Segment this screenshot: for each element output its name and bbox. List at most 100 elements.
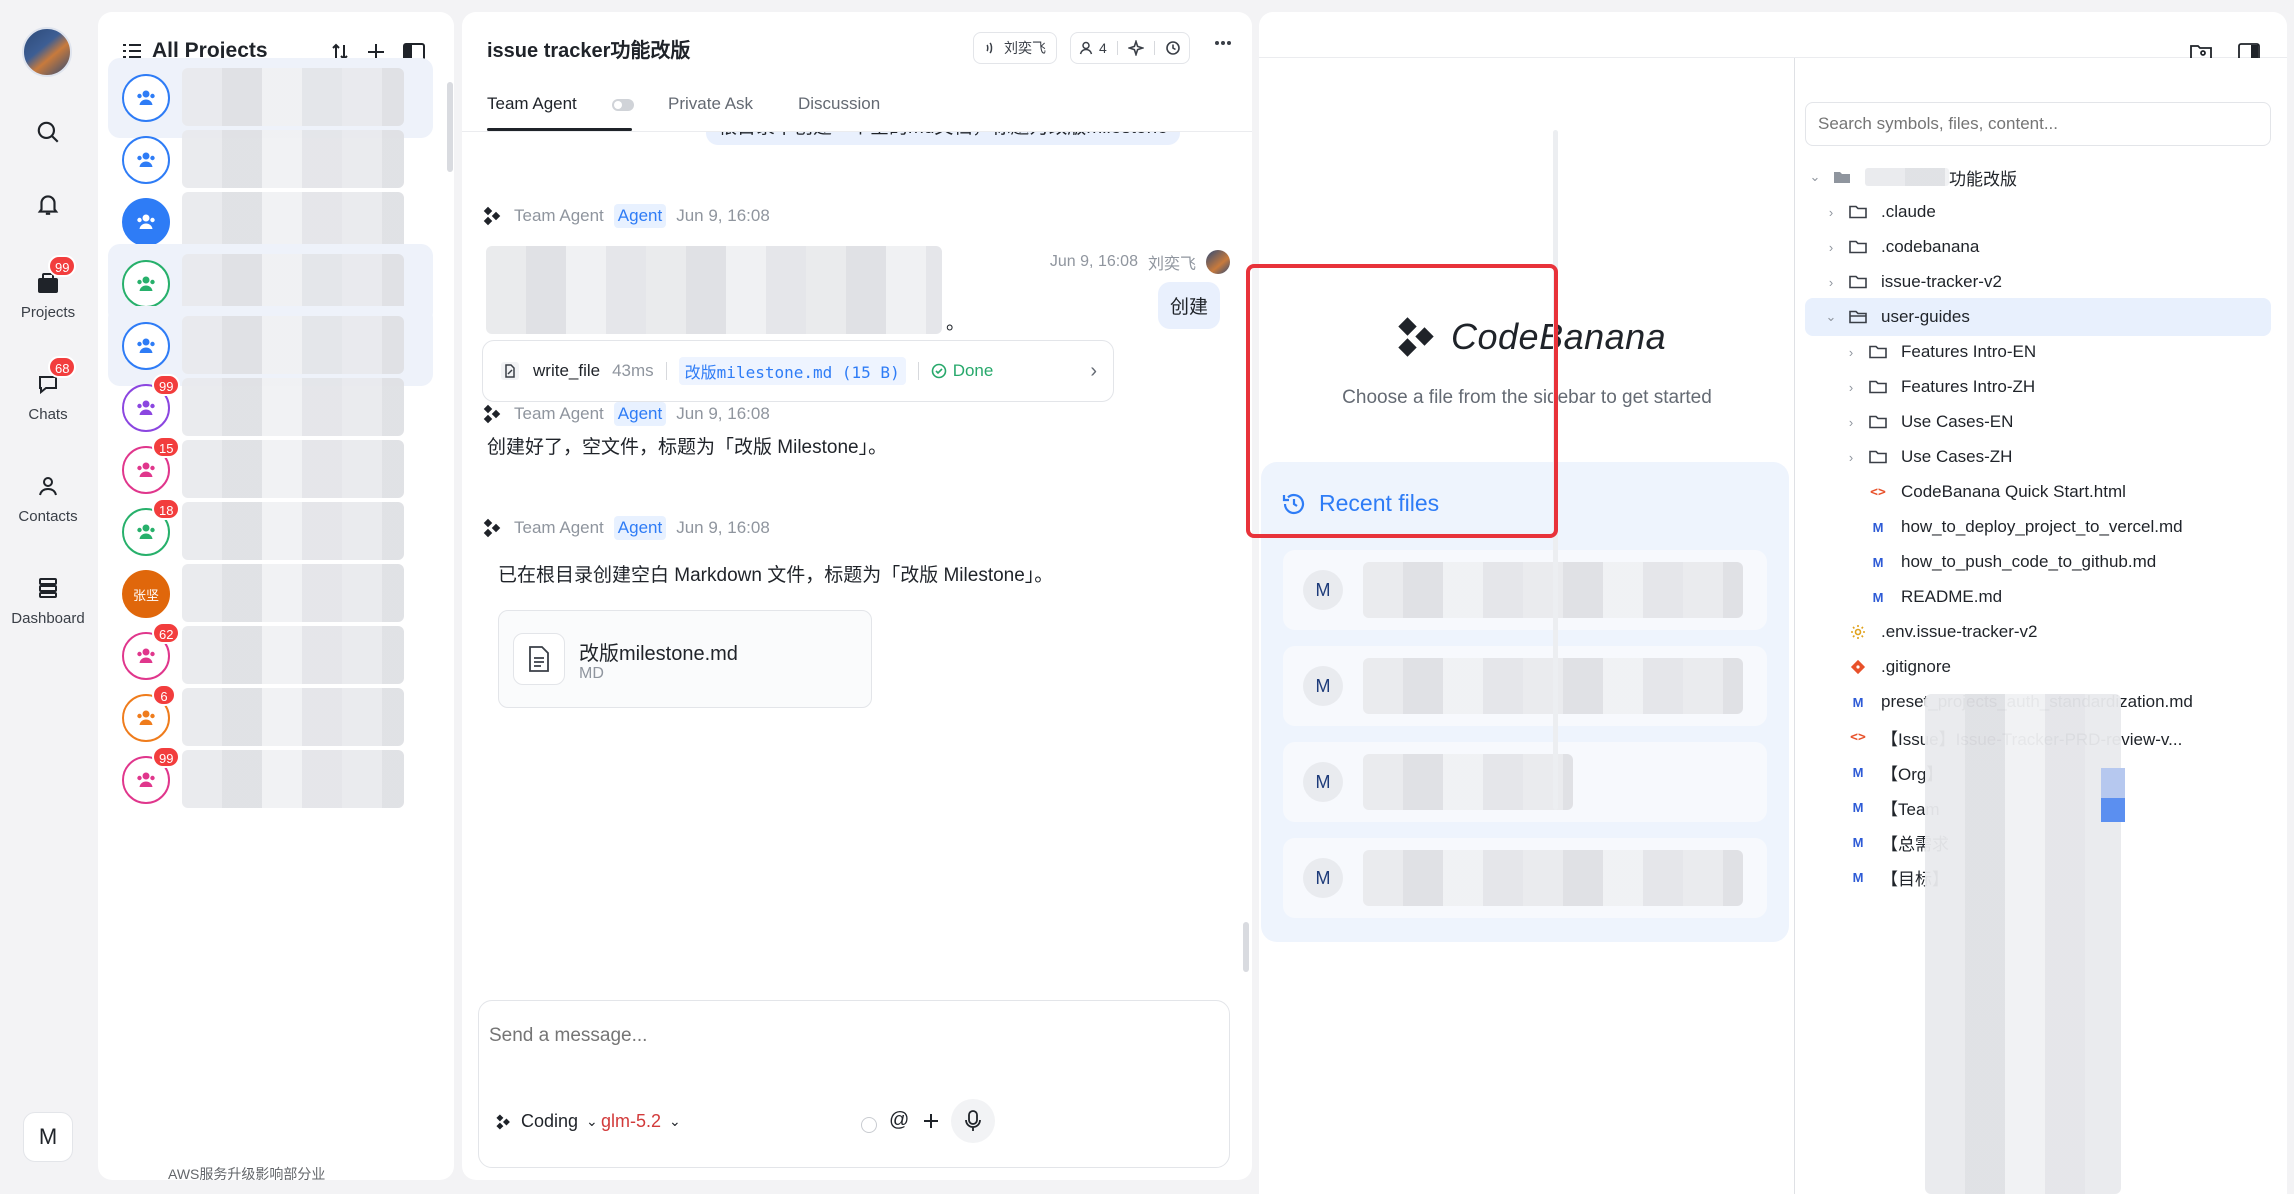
message-text: 已在根目录创建空白 Markdown 文件，标题为「改版 Milestone」。 xyxy=(498,565,1054,586)
unread-badge: 18 xyxy=(152,498,181,520)
markdown-file-icon: M xyxy=(1852,834,1864,850)
recent-file-item[interactable]: M xyxy=(1283,550,1767,630)
avatar-initials: 张坚 xyxy=(132,587,159,603)
markdown-file-icon: M xyxy=(1852,869,1864,885)
tool-file-link[interactable]: 改版milestone.md (15 B) xyxy=(678,357,906,385)
tree-root[interactable]: ⌄ 功能改版 xyxy=(1805,158,2271,196)
redacted-file-name xyxy=(1363,850,1743,906)
tree-item-name: user-guides xyxy=(1881,307,1970,326)
tab-team-agent[interactable]: Team Agent xyxy=(487,94,577,114)
tool-status-label: Done xyxy=(952,361,994,380)
history-icon[interactable] xyxy=(1165,40,1181,56)
tree-item[interactable]: M README.md xyxy=(1805,578,2271,616)
user-avatar[interactable] xyxy=(22,27,72,77)
recent-file-item[interactable]: M xyxy=(1283,646,1767,726)
tree-item[interactable]: Mhow_to_deploy_project_to_vercel.md xyxy=(1805,508,2271,546)
user-pill-name: 刘奕飞 xyxy=(1004,40,1046,56)
nav-label-contacts[interactable]: Contacts xyxy=(0,508,96,525)
mode-selector[interactable]: Coding ⌄ xyxy=(495,1111,598,1132)
tree-item[interactable]: › Features Intro-ZH xyxy=(1805,368,2271,406)
user-message-bubble: 根目录下创建一个空的md文档，标题为改版milestone xyxy=(706,132,1180,145)
mention-icon[interactable]: @ xyxy=(889,1109,909,1132)
message-trailing: 。 xyxy=(946,313,966,334)
chevron-right-icon[interactable]: › xyxy=(1841,345,1861,360)
chevron-right-icon[interactable]: › xyxy=(1841,450,1861,465)
chevron-right-icon[interactable]: › xyxy=(1090,360,1097,383)
chevron-right-icon[interactable]: › xyxy=(1841,380,1861,395)
nav-label-chats[interactable]: Chats xyxy=(0,406,96,423)
projects-scrollbar[interactable] xyxy=(447,82,453,172)
chevron-right-icon[interactable]: › xyxy=(1821,240,1841,255)
dashboard-icon[interactable] xyxy=(28,568,68,608)
partial-project-name: AWS服务升级影响部分业 xyxy=(168,1166,326,1180)
user-pill[interactable]: 刘奕飞 xyxy=(973,32,1057,64)
tree-item[interactable]: › Use Cases-EN xyxy=(1805,403,2271,441)
members-icon[interactable] xyxy=(1079,41,1093,55)
tree-item[interactable]: › Features Intro-EN xyxy=(1805,333,2271,371)
chat-scrollbar[interactable] xyxy=(1243,922,1249,972)
tree-item[interactable]: Mhow_to_push_code_to_github.md xyxy=(1805,543,2271,581)
redacted-root-name xyxy=(1865,168,1949,186)
recent-file-item[interactable]: M xyxy=(1283,838,1767,918)
tree-item[interactable]: › .codebanana xyxy=(1805,228,2271,266)
mode-label: Coding xyxy=(521,1111,579,1131)
tree-item[interactable]: ⌄ user-guides xyxy=(1805,298,2271,336)
file-attachment-card[interactable]: 改版milestone.md MD xyxy=(498,610,872,708)
microphone-button[interactable] xyxy=(951,1099,995,1143)
divider xyxy=(1153,41,1155,55)
more-icon[interactable] xyxy=(1214,40,1232,46)
chevron-down-icon[interactable]: ⌄ xyxy=(1821,309,1841,325)
sparkle-icon[interactable] xyxy=(1127,40,1144,56)
team-icon xyxy=(122,136,170,184)
team-agent-toggle[interactable] xyxy=(612,99,634,111)
chevron-right-icon[interactable]: › xyxy=(1821,205,1841,220)
tree-search-input[interactable] xyxy=(1805,102,2271,146)
redacted-project-name xyxy=(182,316,404,374)
members-count[interactable]: 4 xyxy=(1099,40,1107,56)
tab-private-ask[interactable]: Private Ask xyxy=(668,94,753,114)
agent-logo-icon xyxy=(482,517,504,539)
tree-item[interactable]: › issue-tracker-v2 xyxy=(1805,263,2271,301)
project-item[interactable]: 99 xyxy=(108,740,433,820)
workspace-switcher[interactable]: M xyxy=(23,1112,73,1162)
contacts-icon[interactable] xyxy=(28,466,68,506)
tree-item[interactable]: <> CodeBanana Quick Start.html xyxy=(1805,473,2271,511)
file-name: 改版milestone.md xyxy=(579,643,738,665)
redacted-project-name xyxy=(182,440,404,498)
chevron-right-icon[interactable]: › xyxy=(1821,275,1841,290)
model-label: glm-5.2 xyxy=(601,1111,662,1131)
tree-item[interactable]: › Use Cases-ZH xyxy=(1805,438,2271,476)
tool-call-card[interactable]: write_file 43ms 改版milestone.md (15 B) Do… xyxy=(482,340,1114,402)
tree-item-name: .gitignore xyxy=(1881,657,1951,676)
tree-item[interactable]: › .claude xyxy=(1805,193,2271,231)
bell-icon[interactable] xyxy=(28,184,68,224)
tree-item[interactable]: .gitignore xyxy=(1805,648,2271,686)
redacted-project-name xyxy=(182,254,404,312)
tree-item-name: README.md xyxy=(1901,587,2003,606)
git-icon xyxy=(1847,658,1869,676)
model-selector[interactable]: glm-5.2 ⌄ xyxy=(601,1111,681,1132)
tree-item[interactable]: .env.issue-tracker-v2 xyxy=(1805,613,2271,651)
nav-label-projects[interactable]: Projects xyxy=(0,304,96,321)
tool-duration: 43ms xyxy=(612,361,654,380)
chats-badge: 68 xyxy=(48,356,77,378)
message-time: Jun 9, 16:08 xyxy=(676,404,770,423)
search-icon[interactable] xyxy=(28,112,68,152)
recent-file-item[interactable]: M xyxy=(1283,742,1767,822)
agent-tag: Agent xyxy=(613,204,667,228)
unread-badge: 99 xyxy=(152,374,181,396)
projects-panel: All Projects 99 15 18 张坚 62 6 99 AWS服务升级影响部分业 xyxy=(98,12,454,1180)
tab-discussion[interactable]: Discussion xyxy=(798,94,880,114)
sender-name: Team Agent xyxy=(514,404,604,423)
add-attachment-icon[interactable] xyxy=(921,1111,941,1131)
status-circle-icon[interactable] xyxy=(861,1117,877,1133)
message-input[interactable] xyxy=(489,1025,1189,1047)
unread-badge: 6 xyxy=(152,684,176,706)
tree-item-name: Use Cases-EN xyxy=(1901,412,2014,431)
chevron-right-icon[interactable]: › xyxy=(1841,415,1861,430)
nav-label-dashboard[interactable]: Dashboard xyxy=(0,610,96,627)
markdown-file-icon: M xyxy=(1872,589,1884,605)
redacted-tree-area xyxy=(1925,694,2121,1194)
folder-icon xyxy=(1867,413,1889,431)
document-icon xyxy=(513,633,565,685)
